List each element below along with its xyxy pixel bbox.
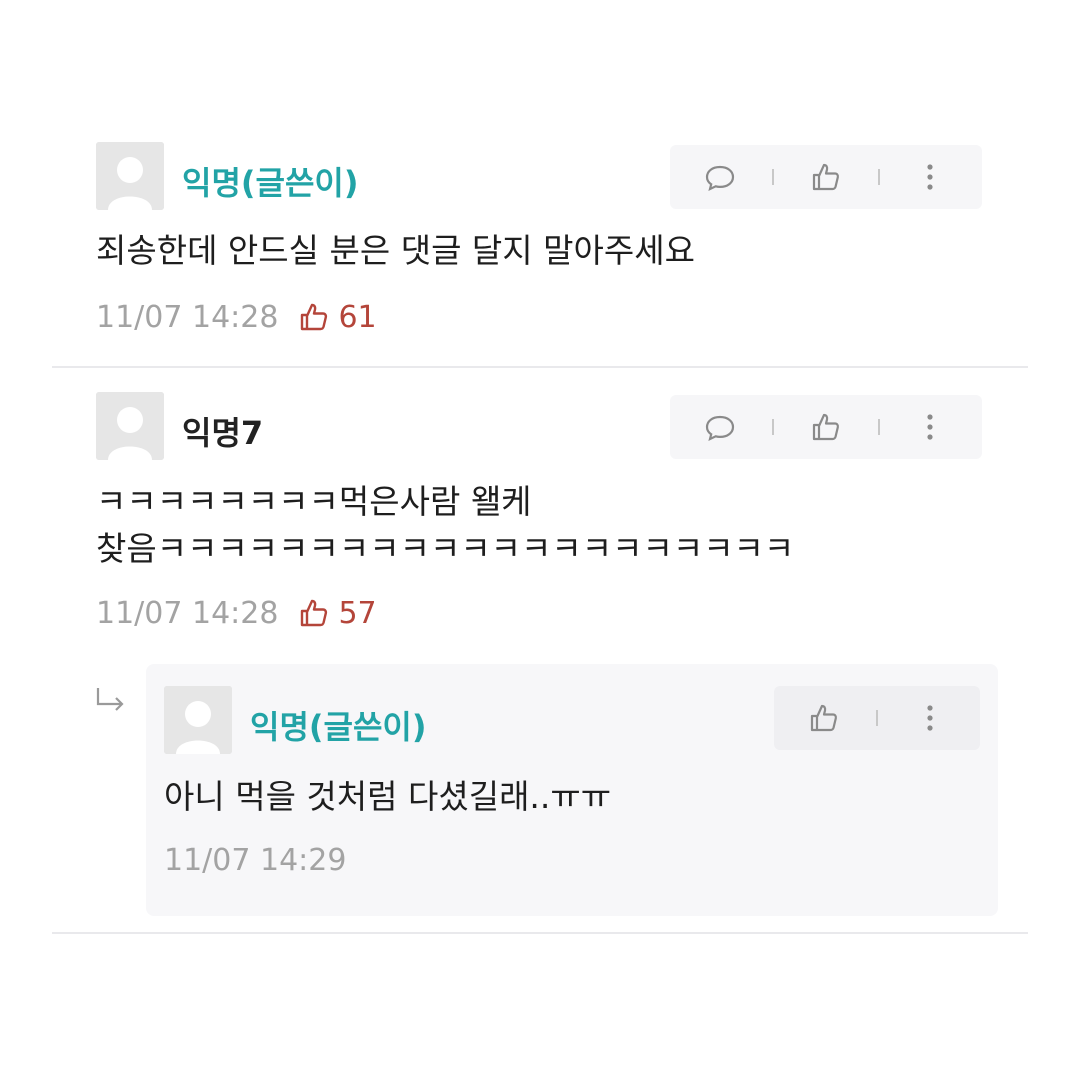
thumbs-up-icon — [301, 303, 328, 331]
comment-author[interactable]: 익명7 — [182, 408, 263, 454]
comment-action-bar — [670, 145, 982, 209]
like-count: 61 — [338, 299, 377, 335]
comment-text-line-1: ㅋㅋㅋㅋㅋㅋㅋㅋ먹은사람 왤케 — [96, 482, 532, 521]
like-button[interactable] — [810, 161, 842, 193]
default-avatar-icon — [164, 686, 232, 754]
reply-button[interactable] — [704, 411, 736, 443]
thumbs-up-icon — [812, 163, 840, 191]
speech-bubble-icon — [705, 165, 735, 191]
action-separator — [876, 710, 878, 726]
comment-timestamp: 11/07 14:28 — [96, 299, 279, 335]
comment-divider — [52, 932, 1028, 934]
avatar[interactable] — [96, 392, 164, 460]
speech-bubble-icon — [705, 415, 735, 441]
reply-button[interactable] — [704, 161, 736, 193]
more-options-button[interactable] — [914, 161, 946, 193]
reply-comment: 익명(글쓴이) 아니 먹을 것처럼 다셨길래..ㅠㅠ 11/07 14:29 — [146, 664, 998, 916]
avatar[interactable] — [96, 142, 164, 210]
comment-author[interactable]: 익명(글쓴이) — [182, 158, 358, 204]
like-button[interactable] — [808, 702, 840, 734]
action-separator — [772, 419, 774, 435]
like-count-badge: 61 — [298, 299, 377, 335]
comment-timestamp: 11/07 14:28 — [96, 595, 279, 631]
default-avatar-icon — [96, 392, 164, 460]
reply-arrow-icon — [92, 684, 128, 720]
more-options-button[interactable] — [914, 702, 946, 734]
avatar[interactable] — [164, 686, 232, 754]
default-avatar-icon — [96, 142, 164, 210]
thumbs-up-icon — [812, 413, 840, 441]
reply-timestamp: 11/07 14:29 — [164, 842, 347, 878]
comment-text-line-2: 찾음ㅋㅋㅋㅋㅋㅋㅋㅋㅋㅋㅋㅋㅋㅋㅋㅋㅋㅋㅋㅋㅋ — [96, 529, 795, 568]
like-button[interactable] — [810, 411, 842, 443]
comment-meta: 11/07 14:28 61 — [96, 297, 377, 337]
more-vertical-icon — [927, 414, 933, 440]
reply-text: 아니 먹을 것처럼 다셨길래..ㅠㅠ — [164, 777, 612, 816]
comment-text: 죄송한데 안드실 분은 댓글 달지 말아주세요 — [96, 231, 695, 270]
action-separator — [878, 419, 880, 435]
more-vertical-icon — [927, 164, 933, 190]
thumbs-up-icon — [301, 599, 328, 627]
more-vertical-icon — [927, 705, 933, 731]
reply-meta: 11/07 14:29 — [164, 840, 346, 880]
like-count-badge: 57 — [298, 595, 377, 631]
comment-action-bar — [670, 395, 982, 459]
more-options-button[interactable] — [914, 411, 946, 443]
comment-divider — [52, 366, 1028, 368]
thumbs-up-icon — [810, 704, 838, 732]
action-separator — [772, 169, 774, 185]
reply-author[interactable]: 익명(글쓴이) — [250, 702, 426, 748]
action-separator — [878, 169, 880, 185]
reply-action-bar — [774, 686, 980, 750]
comment-meta: 11/07 14:28 57 — [96, 593, 377, 633]
like-count: 57 — [338, 595, 377, 631]
